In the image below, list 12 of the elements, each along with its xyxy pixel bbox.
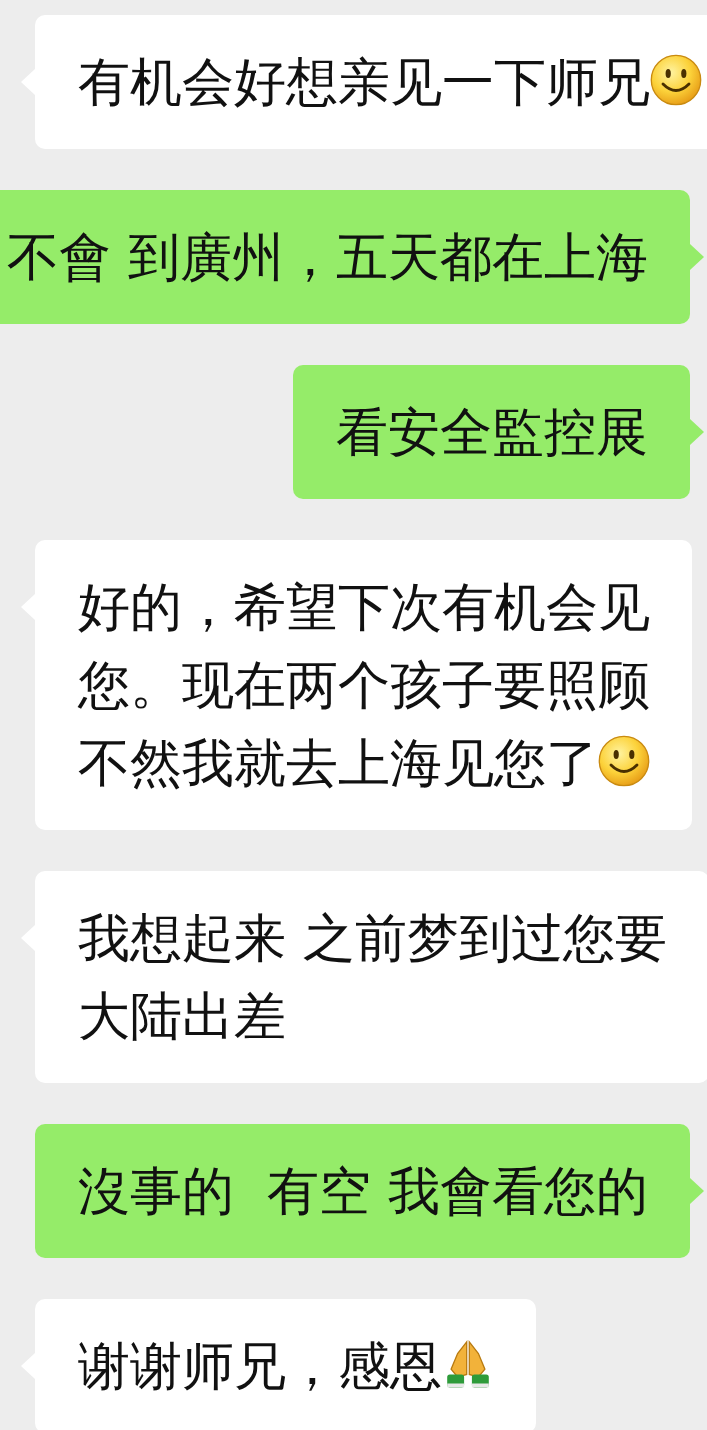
- message-text: 我想起来 之前梦到过您要: [78, 907, 667, 970]
- smiley-icon: [650, 54, 702, 107]
- message-text: 好的，希望下次有机会见: [78, 576, 650, 639]
- message-text: 不然我就去上海见您了: [78, 733, 598, 793]
- message-text: 大陆出差: [78, 985, 287, 1048]
- message-text: 看安全監控展: [336, 401, 648, 464]
- message-text: 不會 到廣州，五天都在上海: [7, 226, 648, 289]
- message-text: 有机会好想亲见一下师兄: [78, 52, 650, 112]
- message-text: 谢谢师兄，感恩: [78, 1336, 442, 1396]
- message-text: 您。现在两个孩子要照顾: [78, 654, 650, 717]
- smiley-icon: [598, 735, 650, 788]
- message-text: 沒事的 有空 我會看您的: [78, 1160, 648, 1223]
